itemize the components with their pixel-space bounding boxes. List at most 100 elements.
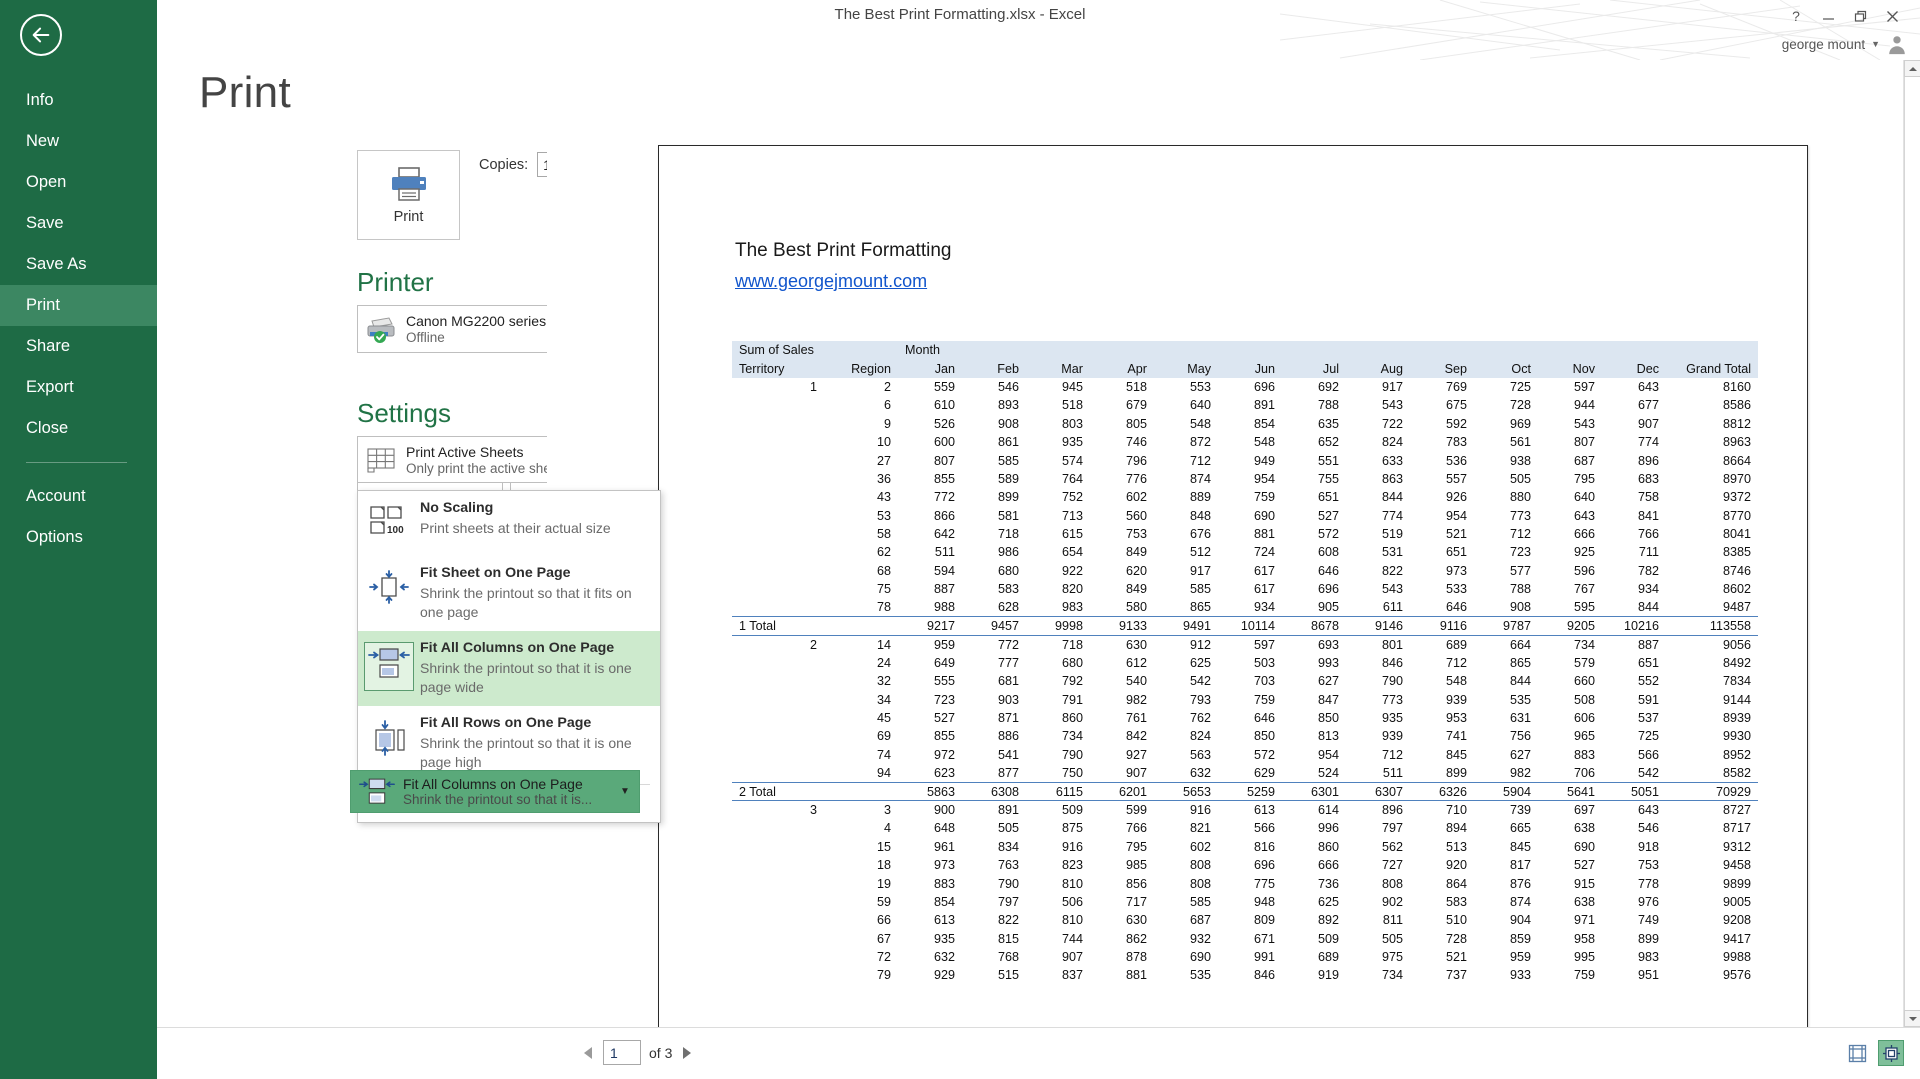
region-cell: 24 xyxy=(824,654,898,672)
avatar[interactable] xyxy=(1886,33,1908,55)
value-cell: 533 xyxy=(1410,580,1474,598)
row-total-cell: 8970 xyxy=(1666,470,1758,488)
restore-icon[interactable] xyxy=(1844,4,1876,28)
fit-columns-icon xyxy=(351,776,403,808)
territory-cell xyxy=(732,672,824,690)
chevron-down-icon[interactable]: ▼ xyxy=(611,786,639,797)
region-cell: 72 xyxy=(824,948,898,966)
sidebar-item-print[interactable]: Print xyxy=(0,285,157,326)
next-page-icon[interactable] xyxy=(680,1045,694,1061)
value-cell: 953 xyxy=(1410,709,1474,727)
print-button[interactable]: Print xyxy=(357,150,460,240)
value-cell: 795 xyxy=(1538,470,1602,488)
sidebar-item-save-as[interactable]: Save As xyxy=(0,244,157,285)
value-cell: 899 xyxy=(1602,930,1666,948)
value-cell: 935 xyxy=(1026,433,1090,451)
column-header: Jan xyxy=(898,359,962,377)
document-link[interactable]: www.georgejmount.com xyxy=(735,271,927,292)
territory-cell xyxy=(732,654,824,672)
sidebar-item-new[interactable]: New xyxy=(0,121,157,162)
value-cell: 542 xyxy=(1602,764,1666,782)
sidebar-item-label: Options xyxy=(26,528,83,547)
column-header: May xyxy=(1154,359,1218,377)
printer-section-heading: Printer xyxy=(357,267,434,298)
value-cell: 680 xyxy=(1026,654,1090,672)
value-cell: 892 xyxy=(1282,911,1346,929)
minimize-icon[interactable] xyxy=(1812,4,1844,28)
value-cell: 856 xyxy=(1090,874,1154,892)
row-total-cell: 8812 xyxy=(1666,415,1758,433)
show-margins-icon[interactable] xyxy=(1844,1040,1870,1066)
value-cell: 690 xyxy=(1154,948,1218,966)
sidebar-item-save[interactable]: Save xyxy=(0,203,157,244)
value-cell: 904 xyxy=(1474,911,1538,929)
value-cell: 585 xyxy=(962,451,1026,469)
region-cell: 14 xyxy=(824,635,898,653)
territory-cell: 1 xyxy=(732,378,824,396)
row-total-cell: 9056 xyxy=(1666,635,1758,653)
territory-cell xyxy=(732,764,824,782)
value-cell: 849 xyxy=(1090,543,1154,561)
scaling-option-no-scaling[interactable]: 100 No Scaling Print sheets at their act… xyxy=(358,491,660,556)
value-cell: 807 xyxy=(1538,433,1602,451)
sidebar-item-options[interactable]: Options xyxy=(0,517,157,558)
scaling-select[interactable]: Fit All Columns on One Page Shrink the p… xyxy=(350,770,640,813)
scaling-option-fit-all-columns[interactable]: Fit All Columns on One Page Shrink the p… xyxy=(358,631,660,706)
value-cell: 665 xyxy=(1474,819,1538,837)
prev-page-icon[interactable] xyxy=(581,1045,595,1061)
help-icon[interactable]: ? xyxy=(1780,4,1812,28)
value-cell: 934 xyxy=(1218,598,1282,616)
value-cell: 808 xyxy=(1154,874,1218,892)
value-cell: 933 xyxy=(1474,966,1538,984)
value-cell: 689 xyxy=(1410,635,1474,653)
territory-cell xyxy=(732,746,824,764)
value-cell: 628 xyxy=(962,598,1026,616)
page-number-input[interactable]: 1 xyxy=(603,1040,641,1065)
sidebar-item-info[interactable]: Info xyxy=(0,80,157,121)
scroll-up-icon[interactable] xyxy=(1904,60,1920,77)
sidebar-item-open[interactable]: Open xyxy=(0,162,157,203)
sidebar-item-close[interactable]: Close xyxy=(0,408,157,449)
value-cell: 976 xyxy=(1602,893,1666,911)
row-total-cell: 8727 xyxy=(1666,801,1758,819)
preview-page[interactable]: The Best Print Formatting www.georgejmou… xyxy=(658,145,1808,1037)
column-header: Region xyxy=(824,359,898,377)
table-row: 9462387775090763262952451189998270654285… xyxy=(732,764,1758,782)
value-cell: 788 xyxy=(1282,396,1346,414)
sidebar-item-export[interactable]: Export xyxy=(0,367,157,408)
value-cell: 503 xyxy=(1218,654,1282,672)
value-cell: 762 xyxy=(1154,709,1218,727)
value-cell: 746 xyxy=(1090,433,1154,451)
chevron-down-icon[interactable]: ▼ xyxy=(1871,39,1880,49)
preview-scrollbar[interactable] xyxy=(1903,60,1920,1027)
scaling-option-fit-sheet[interactable]: Fit Sheet on One Page Shrink the printou… xyxy=(358,556,660,631)
sheet-grid-icon xyxy=(358,446,406,474)
value-cell: 600 xyxy=(898,433,962,451)
back-arrow-icon[interactable] xyxy=(20,14,62,56)
value-cell: 795 xyxy=(1090,838,1154,856)
total-cell: 6115 xyxy=(1026,782,1090,800)
value-cell: 596 xyxy=(1538,562,1602,580)
page-title: Print xyxy=(199,68,291,118)
close-icon[interactable] xyxy=(1876,4,1908,28)
value-cell: 878 xyxy=(1090,948,1154,966)
sidebar-item-label: Save As xyxy=(26,255,87,274)
value-cell: 805 xyxy=(1090,415,1154,433)
value-cell: 527 xyxy=(1538,856,1602,874)
sidebar-item-account[interactable]: Account xyxy=(0,476,157,517)
scrollbar-track[interactable] xyxy=(1904,77,1920,1010)
scroll-down-icon[interactable] xyxy=(1904,1010,1920,1027)
territory-cell xyxy=(732,543,824,561)
zoom-to-page-icon[interactable] xyxy=(1878,1040,1904,1066)
value-cell: 506 xyxy=(1026,893,1090,911)
value-cell: 690 xyxy=(1538,838,1602,856)
value-cell: 579 xyxy=(1538,654,1602,672)
value-cell: 881 xyxy=(1218,525,1282,543)
territory-cell xyxy=(732,911,824,929)
value-cell: 548 xyxy=(1218,433,1282,451)
value-cell: 671 xyxy=(1218,930,1282,948)
account-menu[interactable]: george mount ▼ xyxy=(1782,33,1908,55)
value-cell: 883 xyxy=(1538,746,1602,764)
sidebar-item-share[interactable]: Share xyxy=(0,326,157,367)
table-row: 9526908803805548854635722592969543907881… xyxy=(732,415,1758,433)
